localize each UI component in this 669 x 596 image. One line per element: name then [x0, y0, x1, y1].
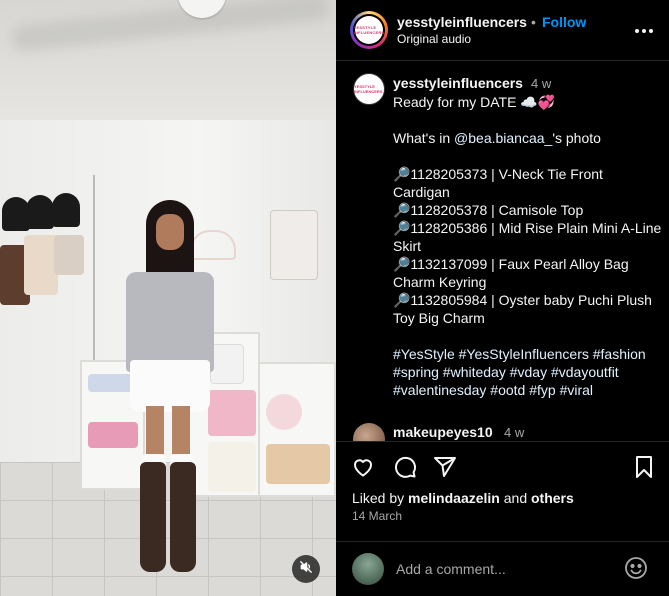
save-button[interactable]	[631, 455, 657, 484]
like-button[interactable]	[350, 456, 376, 482]
comment-timestamp[interactable]: 4 w	[504, 425, 524, 440]
avatar-border: YESSTYLE INFLUENCERS	[353, 14, 385, 46]
decor-item	[266, 394, 302, 430]
skirt	[130, 360, 210, 412]
bag	[54, 235, 84, 275]
product-item: 🔎1128205373 | V-Neck Tie Front Cardigan	[393, 166, 607, 200]
audio-label[interactable]: Original audio	[397, 32, 471, 46]
post-actions: Liked by melindaazelin and others 14 Mar…	[336, 441, 669, 541]
person	[120, 200, 220, 580]
paper-plane-icon	[433, 455, 457, 484]
emoji-button[interactable]	[623, 556, 649, 585]
post-username[interactable]: yesstyleinfluencers	[397, 14, 527, 30]
avatar-logo: YESSTYLE INFLUENCERS	[354, 16, 384, 44]
boot	[140, 462, 166, 572]
likes-prefix: Liked by	[352, 490, 409, 506]
liked-by-user[interactable]: melindaazelin	[408, 490, 500, 506]
caption-avatar[interactable]: YESSTYLE INFLUENCERS	[353, 73, 385, 105]
product-item: 🔎1128205378 | Camisole Top	[393, 202, 584, 218]
bag	[24, 235, 58, 295]
bookmark-icon	[632, 455, 656, 484]
photo-grid-board	[270, 210, 318, 280]
caption-line: 's photo	[552, 130, 601, 146]
speaker-muted-icon	[299, 560, 313, 579]
post-media[interactable]	[0, 0, 336, 596]
mute-button[interactable]	[292, 555, 320, 583]
avatar[interactable]: YESSTYLE INFLUENCERS	[350, 11, 388, 49]
caption-text: Ready for my DATE ☁️💞 What's in @bea.bia…	[393, 93, 663, 399]
product-item: 🔎1132805984 | Oyster baby Puchi Plush To…	[393, 292, 656, 326]
commenter-avatar[interactable]	[353, 423, 385, 441]
commenter-username[interactable]: makeupeyes10	[393, 424, 493, 440]
post-header: YESSTYLE INFLUENCERS yesstyleinfluencers…	[336, 0, 669, 61]
cap	[26, 195, 54, 229]
cap	[52, 193, 80, 227]
heart-icon	[351, 455, 375, 484]
comment-button[interactable]	[392, 456, 418, 482]
likes-and: and	[499, 490, 531, 506]
caption-line: Ready for my DATE ☁️💞	[393, 94, 556, 110]
product-item: 🔎1132137099 | Faux Pearl Alloy Bag Charm…	[393, 256, 633, 290]
product-item: 🔎1128205386 | Mid Rise Plain Mini A-Line…	[393, 220, 666, 254]
likes-summary: Liked by melindaazelin and others	[352, 490, 574, 506]
post-date[interactable]: 14 March	[352, 509, 402, 523]
caption-username[interactable]: yesstyleinfluencers	[393, 75, 523, 91]
cube-shelf	[258, 362, 336, 497]
post-side-panel: YESSTYLE INFLUENCERS yesstyleinfluencers…	[336, 0, 669, 596]
caption-avatar-logo: YESSTYLE INFLUENCERS	[354, 84, 383, 94]
more-options-button[interactable]	[632, 18, 656, 42]
follow-button[interactable]: Follow	[542, 14, 586, 30]
caption-line: What's in	[393, 130, 455, 146]
share-button[interactable]	[432, 456, 458, 482]
mention-link[interactable]: @bea.biancaa_	[454, 130, 552, 146]
cardigan	[126, 272, 214, 372]
emoji-smile-icon	[624, 556, 648, 585]
hashtags[interactable]: #YesStyle #YesStyleInfluencers #fashion …	[393, 346, 650, 398]
add-comment-bar	[336, 541, 669, 596]
face	[156, 214, 184, 250]
comment-input[interactable]	[396, 558, 616, 580]
comment-bubble-icon	[393, 455, 417, 484]
more-horizontal-icon	[634, 21, 654, 39]
comments-list[interactable]: YESSTYLE INFLUENCERS yesstyleinfluencers…	[336, 61, 669, 441]
boot	[170, 462, 196, 572]
decor-item	[266, 444, 330, 484]
current-user-avatar[interactable]	[352, 553, 384, 585]
caption-timestamp[interactable]: 4 w	[531, 76, 551, 91]
liked-by-others[interactable]: others	[531, 490, 574, 506]
separator-dot: •	[531, 14, 536, 30]
